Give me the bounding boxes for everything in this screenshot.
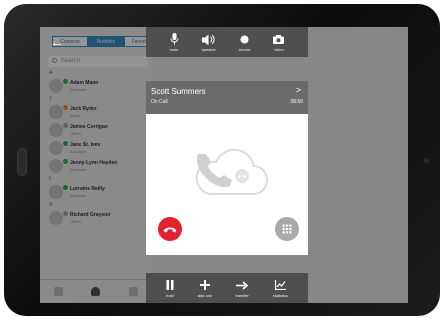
record-icon: [240, 33, 249, 46]
video-button[interactable]: video: [273, 33, 285, 52]
caller-name: Scott Summers: [151, 87, 206, 96]
mute-label: mute: [169, 46, 179, 52]
call-header[interactable]: Scott Summers On Call > 08:50: [146, 81, 308, 114]
camera-icon: [273, 33, 285, 46]
call-card: Scott Summers On Call > 08:50: [146, 81, 308, 255]
hangup-button[interactable]: [158, 217, 182, 241]
tablet-device: Contacts Buddies Favorites Search A Adam …: [0, 0, 444, 320]
transfer-arrow-icon: [236, 279, 249, 292]
keypad-button[interactable]: [275, 217, 299, 241]
keypad-grid-icon: [282, 224, 292, 234]
video-label: video: [274, 46, 284, 52]
phone-cloud-icon: [195, 148, 268, 196]
hangup-phone-icon: [163, 227, 177, 233]
back-arrow-icon[interactable]: 🠐: [52, 40, 62, 51]
statistics-button[interactable]: statistics: [273, 279, 288, 298]
bottom-call-controls: hold add call transfer statistics: [146, 273, 308, 303]
chart-icon: [274, 279, 286, 292]
add-call-button[interactable]: add call: [198, 279, 212, 298]
mute-button[interactable]: mute: [170, 33, 179, 52]
screen: Contacts Buddies Favorites Search A Adam …: [40, 27, 408, 303]
hold-button[interactable]: hold: [166, 279, 174, 298]
statistics-label: statistics: [272, 292, 289, 298]
pause-icon: [166, 279, 174, 292]
call-timer: 08:50: [290, 99, 303, 105]
front-camera: [424, 158, 429, 163]
add-call-label: add call: [197, 292, 212, 298]
chevron-right-icon[interactable]: >: [296, 85, 301, 95]
hold-label: hold: [166, 292, 174, 298]
microphone-icon: [170, 33, 179, 46]
speaker-icon: [201, 33, 216, 46]
call-status: On Call: [151, 99, 168, 105]
transfer-label: transfer: [235, 292, 249, 298]
speaker-button[interactable]: speaker: [202, 33, 216, 52]
record-button[interactable]: record: [239, 33, 250, 52]
transfer-button[interactable]: transfer: [235, 279, 249, 298]
home-button: [17, 148, 27, 176]
record-label: record: [238, 46, 251, 52]
speaker-label: speaker: [201, 46, 216, 52]
plus-icon: [199, 279, 210, 292]
top-call-controls: mute speaker record video: [146, 27, 308, 57]
